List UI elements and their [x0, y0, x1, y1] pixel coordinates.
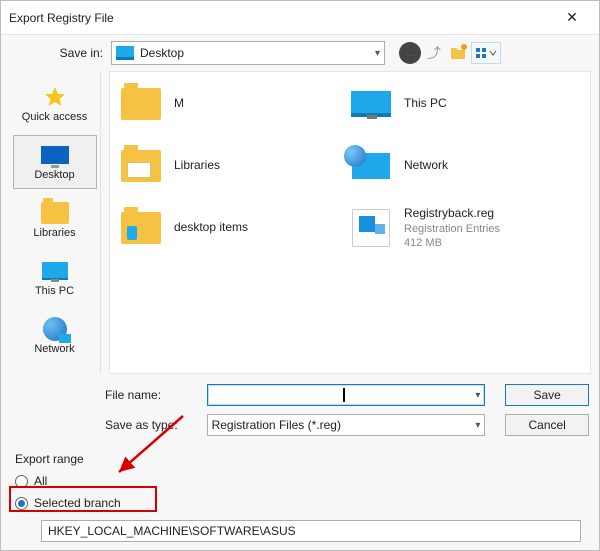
save-in-value: Desktop — [140, 46, 184, 60]
radio-selected-branch-label: Selected branch — [34, 496, 121, 510]
folder-icon — [450, 46, 466, 60]
places-bar: Quick access Desktop Libraries This PC N… — [9, 71, 101, 374]
place-label: Desktop — [34, 169, 74, 181]
close-icon: ✕ — [566, 9, 578, 26]
place-libraries[interactable]: Libraries — [13, 193, 97, 247]
filename-label: File name: — [105, 388, 197, 402]
thispc-icon — [350, 86, 392, 122]
nav-icons: ← ⤴ — [399, 42, 501, 64]
place-label: Quick access — [22, 111, 87, 123]
saveastype-label: Save as type: — [105, 418, 197, 432]
filename-input[interactable]: ▾ — [207, 384, 486, 406]
file-name: Libraries — [174, 158, 220, 174]
file-item[interactable]: Libraries — [120, 144, 340, 188]
file-name: Network — [404, 158, 448, 174]
folder-icon — [40, 201, 70, 225]
form-area: File name: ▾ Save Save as type: Registra… — [1, 374, 599, 446]
file-item[interactable]: M — [120, 82, 340, 126]
export-range-legend: Export range — [15, 452, 585, 466]
radio-all[interactable]: All — [15, 470, 585, 492]
save-in-row: Save in: Desktop ▾ ← ⤴ — [1, 35, 599, 67]
chevron-down-icon: ▾ — [375, 48, 380, 59]
folder-icon — [120, 210, 162, 246]
main-area: Quick access Desktop Libraries This PC N… — [1, 67, 599, 374]
file-size: 412 MB — [404, 236, 500, 250]
chevron-down-icon: ▾ — [475, 420, 480, 431]
file-item[interactable]: desktop items — [120, 206, 340, 250]
close-button[interactable]: ✕ — [549, 1, 595, 35]
save-in-dropdown[interactable]: Desktop ▾ — [111, 41, 385, 65]
save-in-label: Save in: — [49, 46, 103, 60]
desktop-icon — [116, 46, 134, 60]
export-registry-dialog: Export Registry File ✕ Save in: Desktop … — [0, 0, 600, 551]
place-label: Network — [34, 343, 74, 355]
back-button[interactable]: ← — [399, 42, 421, 64]
save-button[interactable]: Save — [505, 384, 589, 406]
radio-all-label: All — [34, 474, 47, 488]
place-desktop[interactable]: Desktop — [13, 135, 97, 189]
branch-path-input[interactable]: HKEY_LOCAL_MACHINE\SOFTWARE\ASUS — [41, 520, 581, 542]
file-type: Registration Entries — [404, 222, 500, 236]
up-button[interactable]: ⤴ — [423, 42, 445, 64]
back-icon: ← — [399, 42, 421, 64]
file-item[interactable]: This PC — [350, 82, 570, 126]
cancel-button[interactable]: Cancel — [505, 414, 589, 436]
new-folder-button[interactable] — [447, 42, 469, 64]
file-name: desktop items — [174, 220, 248, 236]
branch-path-value: HKEY_LOCAL_MACHINE\SOFTWARE\ASUS — [48, 524, 296, 538]
chevron-down-icon: ▾ — [475, 390, 480, 401]
file-name: Registryback.reg — [404, 206, 500, 222]
file-name: M — [174, 96, 184, 112]
saveastype-dropdown[interactable]: Registration Files (*.reg) ▾ — [207, 414, 486, 436]
text-caret-icon — [343, 388, 345, 402]
reg-file-icon — [350, 210, 392, 246]
radio-selected-branch[interactable]: Selected branch — [15, 492, 585, 514]
place-this-pc[interactable]: This PC — [13, 251, 97, 305]
monitor-icon — [40, 143, 70, 167]
network-icon — [40, 317, 70, 341]
place-label: Libraries — [33, 227, 75, 239]
file-view[interactable]: M Libraries desktop items This PC — [109, 71, 591, 374]
folder-icon — [120, 86, 162, 122]
export-range-group: Export range All Selected branch HKEY_LO… — [1, 446, 599, 550]
file-item[interactable]: Network — [350, 144, 570, 188]
network-icon — [350, 148, 392, 184]
place-network[interactable]: Network — [13, 309, 97, 363]
radio-icon — [15, 475, 28, 488]
view-menu-button[interactable] — [471, 42, 501, 64]
thispc-icon — [40, 259, 70, 283]
saveastype-value: Registration Files (*.reg) — [212, 418, 341, 432]
libraries-icon — [120, 148, 162, 184]
window-title: Export Registry File — [9, 11, 114, 25]
file-name: This PC — [404, 96, 447, 112]
radio-checked-icon — [15, 497, 28, 510]
file-item[interactable]: Registryback.reg Registration Entries 41… — [350, 206, 570, 250]
title-bar: Export Registry File ✕ — [1, 1, 599, 35]
place-quick-access[interactable]: Quick access — [13, 77, 97, 131]
view-grid-icon — [474, 46, 498, 60]
star-icon — [40, 85, 70, 109]
place-label: This PC — [35, 285, 74, 297]
